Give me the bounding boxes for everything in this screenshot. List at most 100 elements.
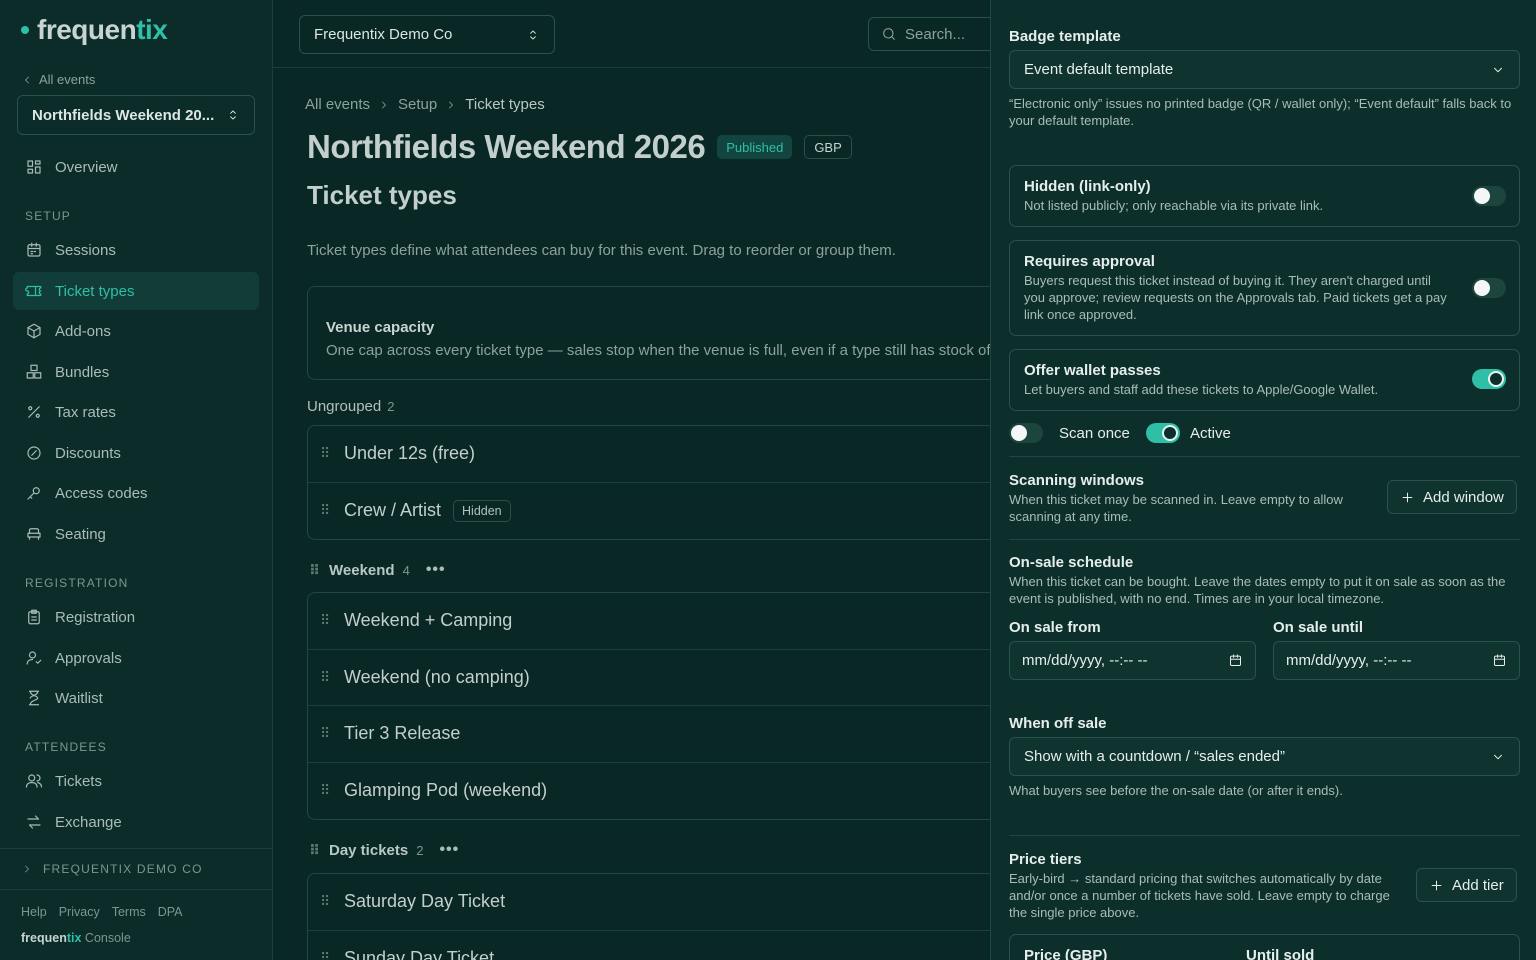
footer-links: Help Privacy Terms DPA: [21, 905, 183, 919]
sidebar-item-discounts[interactable]: Discounts: [13, 434, 259, 472]
ticket-row[interactable]: ⠿ Weekend (no camping): [308, 650, 990, 706]
users-icon: [25, 774, 43, 788]
sidebar-item-label: Overview: [55, 158, 118, 176]
ticket-row[interactable]: ⠿ Under 12s (free): [308, 426, 990, 483]
sidebar-item-access-codes[interactable]: Access codes: [13, 474, 259, 512]
footer-link-dpa[interactable]: DPA: [158, 905, 183, 919]
on-sale-from-label: On sale from: [1009, 619, 1101, 636]
breadcrumb-all-events[interactable]: All events: [305, 96, 370, 113]
divider: [1009, 456, 1520, 457]
percent-icon: [28, 406, 40, 418]
scan-once-toggle[interactable]: [1009, 423, 1043, 443]
ticket-row[interactable]: ⠿ Sunday Day Ticket: [308, 931, 990, 960]
currency-badge: GBP: [804, 135, 852, 159]
console-label: frequentix Console: [21, 931, 131, 945]
sidebar: frequentix All events Northfields Weeken…: [0, 0, 273, 960]
drag-handle-icon[interactable]: ⠿: [320, 950, 332, 960]
chevron-right-icon: [449, 101, 454, 108]
footer-link-privacy[interactable]: Privacy: [59, 905, 100, 919]
drag-handle-icon[interactable]: ⠿: [320, 782, 332, 799]
drag-handle-icon[interactable]: ⠿: [320, 893, 332, 910]
group-count: 4: [402, 562, 410, 578]
search-icon: [883, 28, 895, 40]
add-window-button[interactable]: Add window: [1387, 480, 1517, 514]
off-sale-select[interactable]: Show with a countdown / “sales ended”: [1009, 737, 1520, 776]
wallet-passes-toggle[interactable]: [1472, 369, 1506, 389]
group-name: Day tickets: [329, 841, 409, 859]
sidebar-item-registration[interactable]: Registration: [13, 598, 259, 636]
badge-template-select[interactable]: Event default template: [1009, 50, 1520, 89]
add-tier-button[interactable]: Add tier: [1416, 868, 1517, 902]
drag-handle-icon[interactable]: ⠿: [309, 842, 321, 859]
drag-handle-icon[interactable]: ⠿: [320, 612, 332, 629]
badge-template-help: “Electronic only” issues no printed badg…: [1009, 96, 1512, 128]
event-selector[interactable]: Northfields Weekend 20...: [17, 95, 255, 135]
footer-link-help[interactable]: Help: [21, 905, 47, 919]
org-link[interactable]: FREQUENTIX DEMO CO: [0, 848, 272, 890]
logo-dot-icon: [21, 26, 29, 34]
ticket-name: Tier 3 Release: [344, 723, 461, 744]
sidebar-item-sessions[interactable]: Sessions: [13, 231, 259, 269]
on-sale-until-input[interactable]: mm/dd/yyyy, --:-- --: [1273, 641, 1520, 680]
drag-handle-icon[interactable]: ⠿: [320, 502, 332, 519]
nav-section-setup: SETUP: [25, 209, 72, 223]
on-sale-from-input[interactable]: mm/dd/yyyy, --:-- --: [1009, 641, 1256, 680]
chevron-down-icon: [1494, 754, 1502, 759]
logo-text-accent: tix: [136, 14, 168, 45]
venue-capacity-card[interactable]: Venue capacity One cap across every tick…: [307, 286, 990, 380]
org-selector[interactable]: Frequentix Demo Co: [299, 15, 555, 54]
badge-template-value: Event default template: [1024, 61, 1174, 78]
console-brand-a: frequen: [21, 931, 67, 945]
ticket-name: Under 12s (free): [344, 443, 476, 464]
chevron-updown-icon: [230, 110, 236, 120]
sidebar-item-overview[interactable]: Overview: [13, 148, 259, 186]
sidebar-item-add-ons[interactable]: Add-ons: [13, 312, 259, 350]
sidebar-item-waitlist[interactable]: Waitlist: [13, 679, 259, 717]
sidebar-item-tickets[interactable]: Tickets: [13, 762, 259, 800]
hidden-toggle[interactable]: [1472, 186, 1506, 206]
group-list-weekend: ⠿ Weekend + Camping ⠿ Weekend (no camping)…: [307, 592, 990, 820]
requires-approval-toggle[interactable]: [1472, 278, 1506, 298]
brand-logo[interactable]: frequentix: [21, 14, 168, 46]
chevron-updown-icon: [530, 29, 536, 40]
drag-handle-icon[interactable]: ⠿: [320, 725, 332, 742]
ungrouped-label: Ungrouped 2: [307, 398, 394, 415]
ungrouped-list: ⠿ Under 12s (free) ⠿ Crew / Artist Hidde…: [307, 425, 990, 540]
ticket-row[interactable]: ⠿ Tier 3 Release: [308, 706, 990, 763]
ticket-edit-panel: Badge template Event default template “E…: [990, 0, 1536, 960]
breadcrumb-setup[interactable]: Setup: [398, 96, 437, 113]
sidebar-item-ticket-types[interactable]: Ticket types: [13, 272, 259, 310]
sidebar-item-exchange[interactable]: Exchange: [13, 803, 259, 841]
back-to-all-events-link[interactable]: All events: [21, 72, 95, 87]
hidden-desc: Not listed publicly; only reachable via …: [1024, 198, 1324, 213]
on-sale-until-label: On sale until: [1273, 619, 1364, 636]
drag-handle-icon[interactable]: ⠿: [320, 669, 332, 686]
calendar-icon[interactable]: [1492, 653, 1507, 668]
footer-link-terms[interactable]: Terms: [112, 905, 146, 919]
sidebar-item-label: Seating: [55, 525, 106, 543]
col-price-header: Price (GBP): [1024, 947, 1108, 960]
active-toggle[interactable]: [1146, 423, 1180, 443]
ticket-row[interactable]: ⠿ Glamping Pod (weekend): [308, 763, 990, 820]
ticket-row[interactable]: ⠿ Saturday Day Ticket: [308, 874, 990, 931]
drag-handle-icon[interactable]: ⠿: [320, 445, 332, 462]
scanning-windows-desc: When this ticket may be scanned in. Leav…: [1009, 492, 1343, 524]
off-sale-label: When off sale: [1009, 715, 1107, 732]
ticket-row[interactable]: ⠿ Crew / Artist Hidden: [308, 483, 990, 540]
more-options-icon[interactable]: •••: [439, 841, 459, 859]
group-header-weekend[interactable]: ⠿ Weekend 4 •••: [309, 561, 446, 579]
ticket-row[interactable]: ⠿ Weekend + Camping: [308, 593, 990, 650]
sidebar-item-seating[interactable]: Seating: [13, 515, 259, 553]
calendar-icon[interactable]: [1228, 653, 1243, 668]
badge-template-label: Badge template: [1009, 28, 1121, 45]
group-header-day-tickets[interactable]: ⠿ Day tickets 2 •••: [309, 841, 459, 859]
sidebar-item-label: Approvals: [55, 649, 122, 667]
sidebar-item-approvals[interactable]: Approvals: [13, 639, 259, 677]
ticket-name: Sunday Day Ticket: [344, 948, 495, 960]
more-options-icon[interactable]: •••: [426, 561, 446, 579]
search-input[interactable]: Search...: [868, 17, 990, 51]
drag-handle-icon[interactable]: ⠿: [309, 562, 321, 579]
scanning-windows-title: Scanning windows: [1009, 472, 1145, 489]
sidebar-item-bundles[interactable]: Bundles: [13, 353, 259, 391]
sidebar-item-tax-rates[interactable]: Tax rates: [13, 393, 259, 431]
